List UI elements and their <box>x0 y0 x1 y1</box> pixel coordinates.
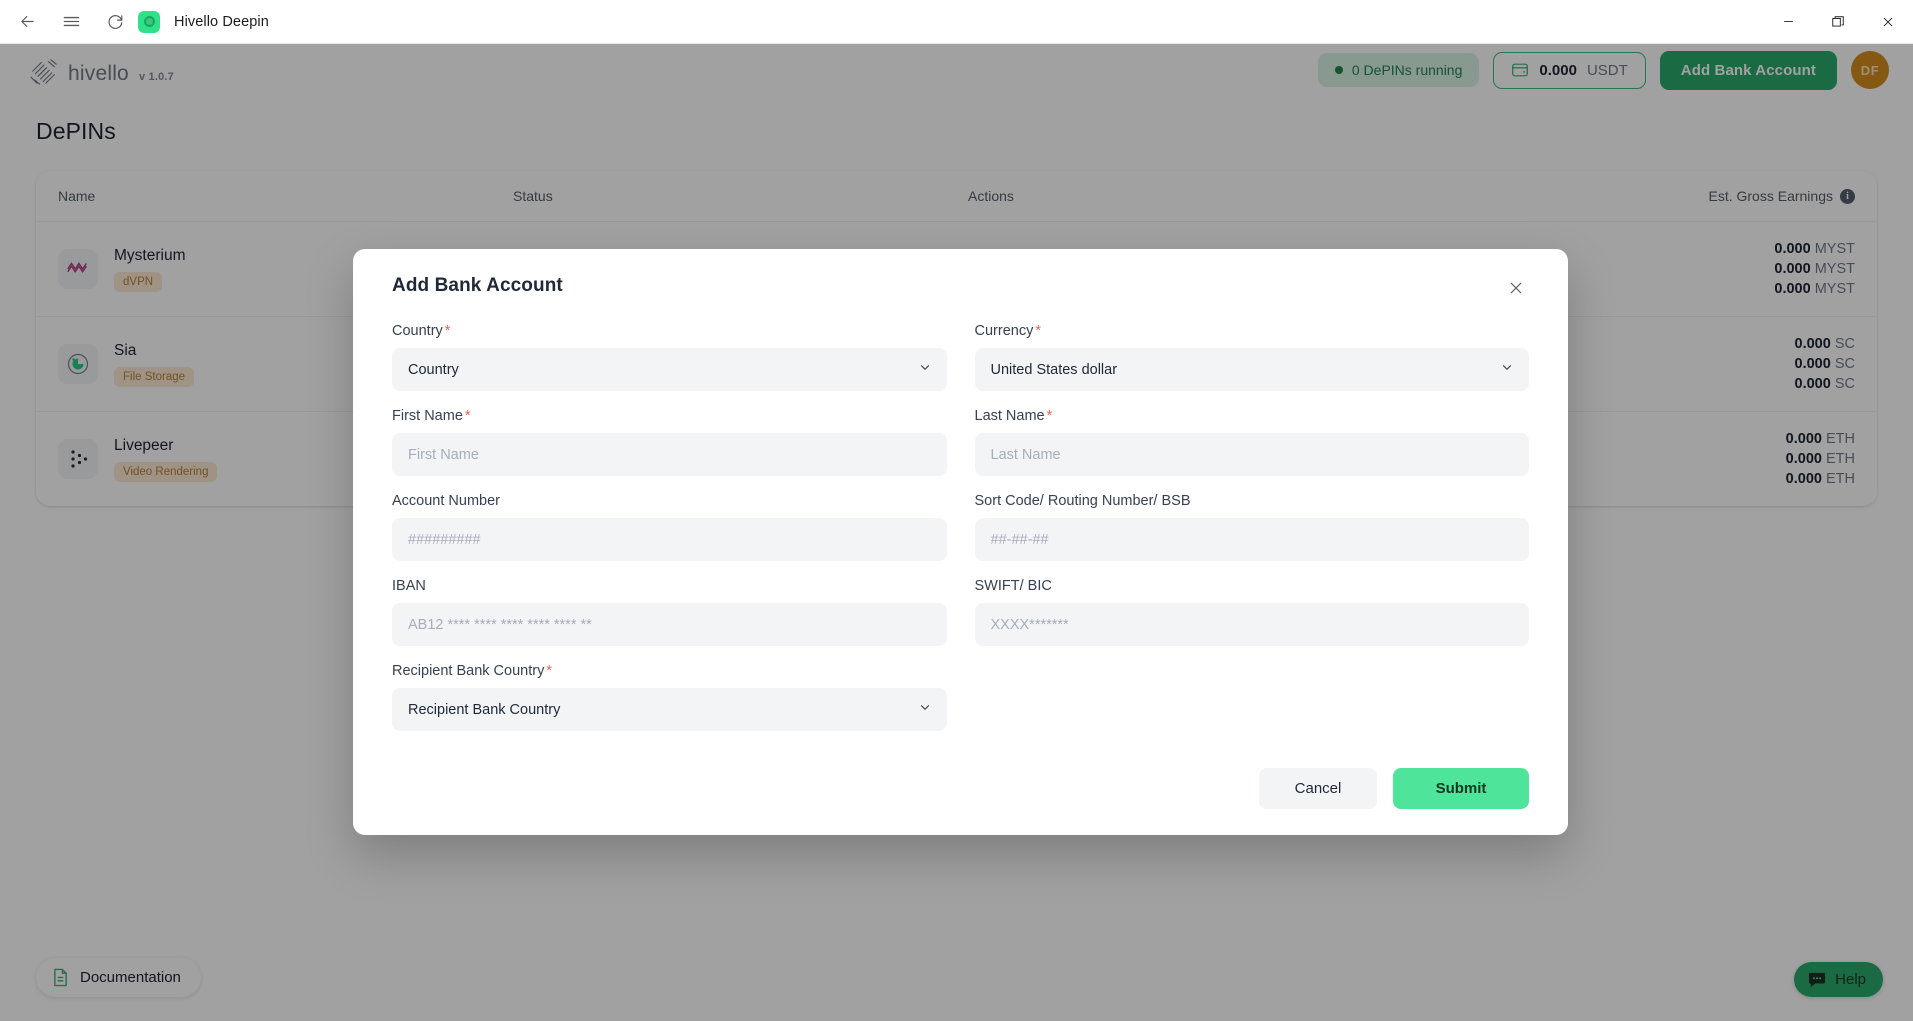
field-swift: SWIFT/ BIC <box>974 578 1529 646</box>
label-country: Country * <box>392 323 451 339</box>
required-marker: * <box>546 663 552 679</box>
recipient-bank-country-select[interactable]: Recipient Bank Country <box>392 688 947 731</box>
close-icon[interactable] <box>1503 275 1529 301</box>
currency-select[interactable]: United States dollar <box>974 348 1529 391</box>
window-controls <box>1763 0 1913 43</box>
maximize-icon[interactable] <box>1813 0 1863 44</box>
required-marker: * <box>464 408 471 424</box>
field-last-name: Last Name * <box>974 408 1529 476</box>
modal-title: Add Bank Account <box>392 275 563 296</box>
country-select[interactable]: Country <box>392 348 947 391</box>
field-country: Country * Country <box>392 323 947 391</box>
reload-icon[interactable] <box>98 5 132 39</box>
label-last-name: Last Name * <box>974 408 1053 424</box>
label-sort-code: Sort Code/ Routing Number/ BSB <box>974 493 1191 509</box>
field-first-name: First Name * <box>392 408 947 476</box>
field-sort-code: Sort Code/ Routing Number/ BSB <box>974 493 1529 561</box>
required-marker: * <box>444 323 451 339</box>
close-icon[interactable] <box>1863 0 1913 44</box>
back-arrow-icon[interactable] <box>10 5 44 39</box>
label-first-name: First Name * <box>392 408 471 424</box>
last-name-input[interactable] <box>974 433 1529 476</box>
account-number-input[interactable] <box>392 518 947 561</box>
label-swift: SWIFT/ BIC <box>974 578 1052 594</box>
first-name-input[interactable] <box>392 433 947 476</box>
label-recipient-bank-country: Recipient Bank Country * <box>392 663 552 679</box>
field-recipient-bank-country: Recipient Bank Country * Recipient Bank C… <box>392 663 947 731</box>
iban-input[interactable] <box>392 603 947 646</box>
hamburger-menu-icon[interactable] <box>54 5 88 39</box>
label-currency: Currency * <box>974 323 1041 339</box>
modal-footer: Cancel Submit <box>392 768 1529 809</box>
app-icon <box>138 10 160 33</box>
modal-header: Add Bank Account <box>392 275 1529 301</box>
cancel-button[interactable]: Cancel <box>1259 768 1377 809</box>
window-titlebar: Hivello Deepin <box>0 0 1913 44</box>
field-iban: IBAN <box>392 578 947 646</box>
app-window: hivello v 1.0.7 0 DePINs running 0.000 U… <box>0 44 1913 1021</box>
swift-input[interactable] <box>974 603 1529 646</box>
window-title: Hivello Deepin <box>174 13 269 30</box>
label-iban: IBAN <box>392 578 426 594</box>
required-marker: * <box>1046 408 1053 424</box>
submit-button[interactable]: Submit <box>1393 768 1529 809</box>
bank-account-form: Country * Country Currency * United Stat… <box>392 323 1529 748</box>
sort-code-input[interactable] <box>974 518 1529 561</box>
field-account-number: Account Number <box>392 493 947 561</box>
label-account-number: Account Number <box>392 493 500 509</box>
required-marker: * <box>1035 323 1041 339</box>
minimize-icon[interactable] <box>1763 0 1813 44</box>
field-currency: Currency * United States dollar <box>974 323 1529 391</box>
add-bank-account-modal: Add Bank Account Country * Country Curre… <box>353 249 1568 835</box>
